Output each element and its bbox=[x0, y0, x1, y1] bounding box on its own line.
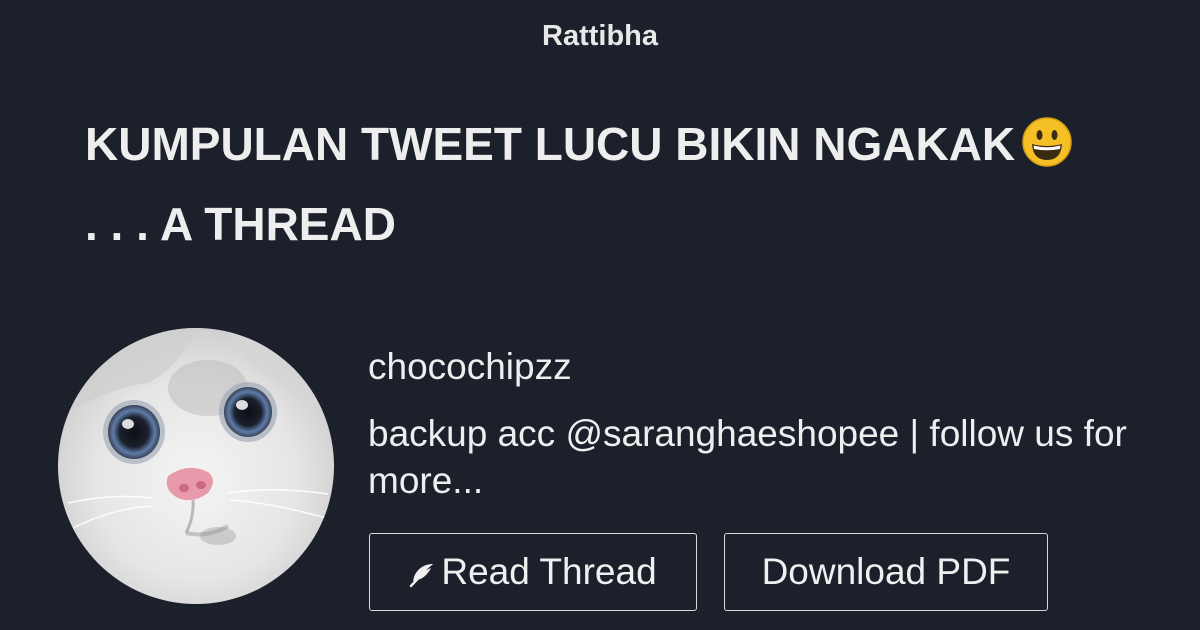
thread-title-text: KUMPULAN TWEET LUCU BIKIN NGAKAK bbox=[85, 118, 1016, 170]
thread-title: KUMPULAN TWEET LUCU BIKIN NGAKAK . . . A… bbox=[85, 108, 1145, 260]
avatar-image bbox=[58, 328, 334, 604]
download-pdf-label: Download PDF bbox=[761, 551, 1011, 592]
feather-icon bbox=[409, 562, 435, 588]
thread-title-line2: . . . A THREAD bbox=[85, 198, 396, 250]
author-username[interactable]: chocochipzz bbox=[368, 346, 572, 388]
author-bio: backup acc @saranghaeshopee | follow us … bbox=[368, 413, 1127, 501]
read-thread-label: Read Thread bbox=[441, 551, 657, 592]
grinning-face-icon bbox=[1021, 116, 1073, 188]
avatar[interactable] bbox=[58, 328, 334, 604]
download-pdf-button[interactable]: Download PDF bbox=[724, 533, 1048, 611]
site-brand[interactable]: Rattibha bbox=[0, 20, 1200, 53]
read-thread-button[interactable]: Read Thread bbox=[369, 533, 697, 611]
